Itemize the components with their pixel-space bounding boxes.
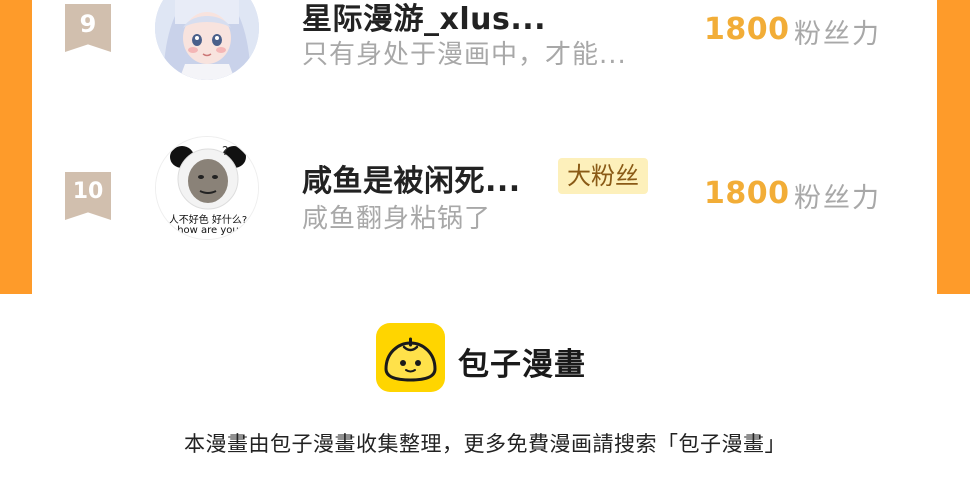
leaderboard-row[interactable]: 10 ? 人不好色 好什么? how are you 咸鱼是被闲死... 大粉丝…: [32, 136, 937, 240]
anime-girl-avatar-icon: [155, 0, 259, 80]
avatar[interactable]: ? 人不好色 好什么? how are you: [155, 136, 259, 240]
rank-badge: 9: [65, 4, 111, 52]
user-bio: 咸鱼翻身粘锅了: [302, 204, 492, 234]
avatar[interactable]: [155, 0, 259, 80]
fan-power-score: 1800: [704, 12, 790, 47]
big-fan-badge: 大粉丝: [558, 158, 648, 194]
user-name[interactable]: 星际漫游_xlus...: [302, 0, 546, 38]
fan-power-unit: 粉丝力: [794, 183, 881, 214]
left-orange-frame: [0, 0, 32, 294]
right-orange-frame: [937, 0, 970, 294]
brand-logo[interactable]: 包子漫畫: [376, 323, 592, 393]
fan-power-unit: 粉丝力: [794, 19, 881, 50]
fan-power-score: 1800: [704, 176, 790, 211]
avatar-caption: 人不好色 好什么?: [168, 215, 248, 226]
rank-badge: 10: [65, 172, 111, 220]
user-name[interactable]: 咸鱼是被闲死...: [302, 156, 521, 200]
svg-text:?: ?: [222, 144, 228, 158]
baozi-logo-icon: [376, 323, 445, 392]
leaderboard-row[interactable]: 9 星际漫游_xlus... 只有身处于漫画中，才能... 1800 粉丝力: [32, 0, 937, 80]
brand-name: 包子漫畫: [458, 347, 586, 383]
user-bio: 只有身处于漫画中，才能...: [302, 40, 627, 70]
avatar-caption-english: how are you: [177, 225, 239, 236]
footer-note: 本漫畫由包子漫畫收集整理，更多免費漫画請搜索「包子漫畫」: [184, 432, 786, 456]
leaderboard-card: 9 星际漫游_xlus... 只有身处于漫画中，才能... 1800 粉丝力 1…: [32, 0, 937, 294]
